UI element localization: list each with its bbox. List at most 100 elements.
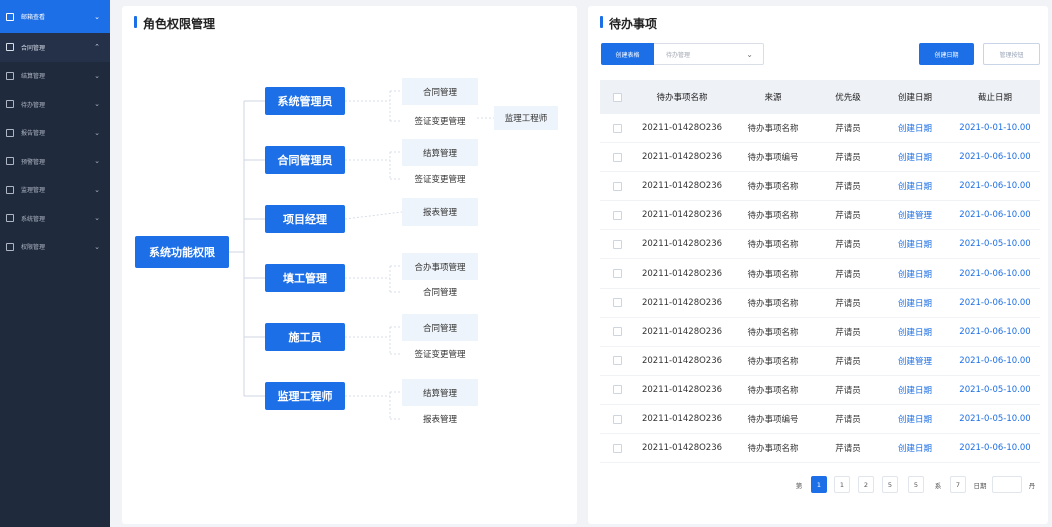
- row-checkbox[interactable]: [600, 201, 634, 229]
- table-cell[interactable]: 创建日期: [880, 318, 950, 346]
- permission-node[interactable]: 签证变更管理: [402, 110, 478, 132]
- sidebar-item-label: 权限管理: [21, 244, 46, 252]
- table-cell[interactable]: 2021-0-05-10.00: [950, 376, 1040, 404]
- manage-button[interactable]: 管理按钮: [983, 43, 1040, 65]
- document-icon: [6, 12, 14, 21]
- table-cell[interactable]: 创建管理: [880, 201, 950, 229]
- sidebar-item[interactable]: 合同管理 ⌃: [0, 33, 110, 62]
- sidebar-item[interactable]: 监理管理 ⌄: [0, 176, 110, 205]
- table-cell[interactable]: 2021-0-06-10.00: [950, 347, 1040, 375]
- table-cell[interactable]: 创建日期: [880, 260, 950, 288]
- role-node[interactable]: 填工管理: [265, 264, 345, 292]
- permission-node[interactable]: 合同管理: [402, 282, 478, 302]
- permission-node[interactable]: 结算管理: [402, 139, 478, 166]
- checkbox-icon: [612, 123, 622, 133]
- table-cell: 芹请员: [835, 415, 861, 425]
- table-row[interactable]: 20211-01428O236 待办事项编号 芹请员 创建日期 2021-0-06-10…: [600, 143, 1040, 173]
- permission-node[interactable]: 结算管理: [402, 379, 478, 406]
- table-cell[interactable]: 创建日期: [880, 289, 950, 317]
- root-node[interactable]: 系统功能权限: [135, 236, 229, 268]
- page-button[interactable]: 2: [858, 476, 874, 493]
- table-cell[interactable]: 2021-0-05-10.00: [950, 230, 1040, 258]
- page-button[interactable]: 5: [882, 476, 898, 493]
- row-checkbox[interactable]: [600, 172, 634, 200]
- table-cell: 待办事项名称: [747, 182, 799, 193]
- table-cell[interactable]: 2021-0-06-10.00: [950, 318, 1040, 346]
- page-button[interactable]: 5: [908, 476, 924, 493]
- page-jump-input[interactable]: [992, 476, 1022, 493]
- page-button[interactable]: 1: [811, 476, 827, 493]
- row-checkbox[interactable]: [600, 318, 634, 346]
- table-row[interactable]: 20211-01428O236 待办事项名称 芹请员 创建管理 2021-0-06-10…: [600, 201, 1040, 231]
- row-checkbox[interactable]: [600, 434, 634, 462]
- table-row[interactable]: 20211-01428O236 待办事项名称 芹请员 创建日期 2021-0-06-10…: [600, 172, 1040, 202]
- table-row[interactable]: 20211-01428O236 待办事项名称 芹请员 创建日期 2021-0-01-10…: [600, 114, 1040, 143]
- role-node[interactable]: 系统管理员: [265, 87, 345, 115]
- table-cell[interactable]: 创建日期: [880, 172, 950, 200]
- row-checkbox[interactable]: [600, 347, 634, 375]
- table-cell[interactable]: 2021-0-06-10.00: [950, 434, 1040, 462]
- page-size-button[interactable]: 7: [950, 476, 966, 493]
- select-all-checkbox[interactable]: [600, 80, 634, 114]
- tab-create-table[interactable]: 创建表格: [601, 43, 654, 65]
- role-node[interactable]: 监理工程师: [265, 382, 345, 410]
- page-button[interactable]: 1: [834, 476, 850, 493]
- table-cell: 20211-01428O236: [641, 239, 723, 250]
- permission-node[interactable]: 签证变更管理: [402, 344, 478, 364]
- table-cell[interactable]: 2021-0-06-10.00: [950, 289, 1040, 317]
- sidebar-item[interactable]: 待办管理 ⌄: [0, 90, 110, 119]
- table-row[interactable]: 20211-01428O236 待办事项名称 芹请员 创建日期 2021-0-06-10…: [600, 289, 1040, 318]
- table-cell[interactable]: 创建日期: [880, 434, 950, 462]
- role-node[interactable]: 合同管理员: [265, 146, 345, 174]
- table-cell[interactable]: 2021-0-01-10.00: [950, 114, 1040, 142]
- permission-node[interactable]: 合办事项管理: [402, 253, 478, 280]
- table-cell[interactable]: 2021-0-06-10.00: [950, 260, 1040, 288]
- permission-node[interactable]: 签证变更管理: [402, 169, 478, 189]
- table-cell[interactable]: 创建日期: [880, 143, 950, 171]
- sidebar-item[interactable]: 预警管理 ⌄: [0, 147, 110, 176]
- table-row[interactable]: 20211-01428O236 待办事项名称 芹请员 创建日期 2021-0-05-10…: [600, 376, 1040, 405]
- table-cell: 待办事项名称: [747, 269, 799, 280]
- row-checkbox[interactable]: [600, 143, 634, 171]
- row-checkbox[interactable]: [600, 376, 634, 404]
- permission-node[interactable]: 合同管理: [402, 78, 478, 105]
- role-node[interactable]: 项目经理: [265, 205, 345, 233]
- sidebar-item[interactable]: 报告管理 ⌄: [0, 119, 110, 148]
- role-node[interactable]: 施工员: [265, 323, 345, 351]
- table-cell[interactable]: 2021-0-05-10.00: [950, 405, 1040, 433]
- row-checkbox[interactable]: [600, 114, 634, 142]
- chevron-down-icon: ⌄: [94, 100, 100, 109]
- create-date-button[interactable]: 创建日期: [919, 43, 974, 65]
- sidebar-item[interactable]: 邮箱查看 ⌄: [0, 0, 110, 33]
- table-row[interactable]: 20211-01428O236 待办事项名称 芹请员 创建管理 2021-0-06-10…: [600, 347, 1040, 376]
- permission-node[interactable]: 合同管理: [402, 314, 478, 341]
- permission-node[interactable]: 报表管理: [402, 409, 478, 429]
- table-cell[interactable]: 创建管理: [880, 347, 950, 375]
- row-checkbox[interactable]: [600, 260, 634, 288]
- table-cell[interactable]: 创建日期: [880, 376, 950, 404]
- table-cell[interactable]: 创建日期: [880, 405, 950, 433]
- permission-node[interactable]: 监理工程师: [494, 106, 558, 130]
- table-cell[interactable]: 2021-0-06-10.00: [950, 201, 1040, 229]
- table-cell[interactable]: 2021-0-06-10.00: [950, 172, 1040, 200]
- role-permission-panel: 角色权限管理 系统功能权限 系统管理员 合同管理员 项目经理 填工管理 施工员 …: [122, 6, 577, 524]
- table-row[interactable]: 20211-01428O236 待办事项名称 芹请员 创建日期 2021-0-06-10…: [600, 318, 1040, 347]
- table-cell: 待办事项名称: [747, 211, 799, 222]
- table-cell[interactable]: 创建日期: [880, 114, 950, 142]
- table-row[interactable]: 20211-01428O236 待办事项名称 芹请员 创建日期 2021-0-06-10…: [600, 260, 1040, 289]
- row-checkbox[interactable]: [600, 230, 634, 258]
- table-row[interactable]: 20211-01428O236 待办事项名称 芹请员 创建日期 2021-0-05-10…: [600, 230, 1040, 260]
- table-cell[interactable]: 2021-0-06-10.00: [950, 143, 1040, 171]
- sidebar-item[interactable]: 权限管理 ⌄: [0, 233, 110, 262]
- todo-type-select[interactable]: 待办管理 ⌄: [654, 43, 764, 65]
- sidebar-item[interactable]: 结算管理 ⌄: [0, 62, 110, 91]
- table-row[interactable]: 20211-01428O236 待办事项名称 芹请员 创建日期 2021-0-06-10…: [600, 434, 1040, 464]
- table-row[interactable]: 20211-01428O236 待办事项编号 芹请员 创建日期 2021-0-05-10…: [600, 405, 1040, 434]
- table-cell[interactable]: 创建日期: [880, 230, 950, 258]
- permission-node[interactable]: 报表管理: [402, 198, 478, 226]
- row-checkbox[interactable]: [600, 405, 634, 433]
- sidebar-item[interactable]: 系统管理 ⌄: [0, 204, 110, 233]
- table-cell: 芹请员: [835, 444, 861, 455]
- row-checkbox[interactable]: [600, 289, 634, 317]
- table-cell: 芹请员: [835, 356, 861, 367]
